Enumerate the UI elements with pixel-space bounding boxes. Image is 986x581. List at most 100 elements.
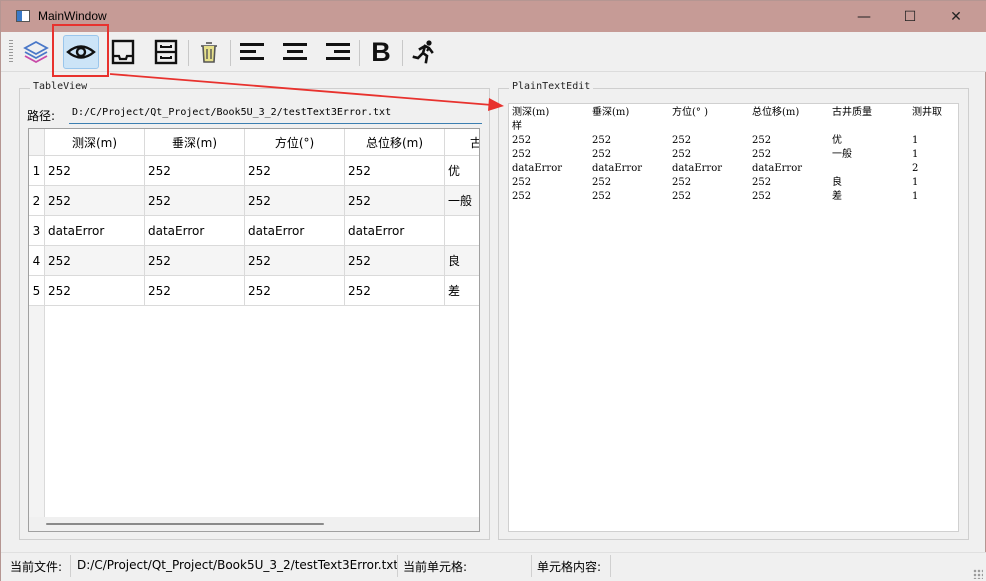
table-cell[interactable]: 252 <box>345 186 445 216</box>
table-cell[interactable]: 一般 <box>445 186 479 216</box>
text-token: 2 <box>912 163 919 174</box>
table-cell[interactable]: 252 <box>145 156 245 186</box>
text-token: 252 <box>752 149 772 160</box>
toolbar-separator <box>188 40 189 66</box>
table-corner-button[interactable] <box>29 129 45 156</box>
column-header[interactable]: 总位移(m) <box>345 129 445 156</box>
table-cell[interactable]: 252 <box>45 186 145 216</box>
bold-button[interactable]: B <box>363 35 399 69</box>
align-center-icon <box>283 43 307 60</box>
current-file-value: D:/C/Project/Qt_Project/Book5U_3_2/testT… <box>77 558 399 572</box>
text-line: 测深(m) 垂深(m) 方位(° ) 总位移(m) 古井质量 测井取 <box>512 106 955 120</box>
table-cell[interactable]: 252 <box>145 276 245 306</box>
minimize-button[interactable]: — <box>841 1 887 32</box>
maximize-button[interactable]: ☐ <box>887 1 933 32</box>
text-token: 良 <box>832 177 842 188</box>
text-line: 252 252 252 252 一般 1 <box>512 148 955 162</box>
toolbar-separator <box>402 40 403 66</box>
scrollbar-thumb[interactable] <box>46 523 324 525</box>
table-cell[interactable]: 良 <box>445 246 479 276</box>
path-input[interactable] <box>69 102 482 124</box>
archive-button[interactable] <box>148 35 184 69</box>
toolbar-grip[interactable] <box>9 40 13 64</box>
table-cell[interactable]: 252 <box>45 276 145 306</box>
layers-icon <box>23 40 49 64</box>
align-right-icon <box>326 43 350 60</box>
table-cell[interactable]: 252 <box>145 186 245 216</box>
toolbar-separator <box>359 40 360 66</box>
text-token: 252 <box>752 177 772 188</box>
table-cell[interactable]: dataError <box>145 216 245 246</box>
table-cell[interactable]: 252 <box>245 156 345 186</box>
text-token: dataError <box>672 163 723 174</box>
column-header[interactable]: 古 <box>445 129 479 156</box>
size-grip[interactable] <box>973 569 983 579</box>
text-token: 252 <box>752 191 772 202</box>
window-title: MainWindow <box>38 9 107 23</box>
toolbar-separator <box>230 40 231 66</box>
close-button[interactable]: ✕ <box>933 1 979 32</box>
table-cell[interactable] <box>445 216 479 246</box>
trash-icon <box>201 42 217 63</box>
table-cell[interactable]: 优 <box>445 156 479 186</box>
text-token: 252 <box>592 135 612 146</box>
row-header[interactable]: 3 <box>29 216 45 246</box>
text-token: 差 <box>832 191 842 202</box>
align-left-button[interactable] <box>234 35 270 69</box>
align-right-button[interactable] <box>320 35 356 69</box>
text-token: 1 <box>912 177 919 188</box>
column-header[interactable]: 测深(m) <box>45 129 145 156</box>
text-token: 古井质量 <box>832 107 872 118</box>
text-token: 垂深(m) <box>592 107 630 118</box>
table-cell[interactable]: dataError <box>345 216 445 246</box>
column-header[interactable]: 垂深(m) <box>145 129 245 156</box>
align-center-button[interactable] <box>277 35 313 69</box>
horizontal-scrollbar[interactable] <box>29 517 479 531</box>
text-token: 样 <box>512 121 522 132</box>
text-token: 252 <box>672 191 692 202</box>
table-cell[interactable]: 252 <box>345 246 445 276</box>
row-header-area <box>29 306 45 518</box>
data-table[interactable]: 测深(m) 垂深(m) 方位(°) 总位移(m) 古 1 252 252 252… <box>28 128 480 532</box>
delete-button[interactable] <box>191 35 227 69</box>
app-icon <box>16 10 30 22</box>
status-separator <box>70 555 71 577</box>
table-cell[interactable]: 差 <box>445 276 479 306</box>
table-cell[interactable]: 252 <box>45 246 145 276</box>
plaintext-group-title: PlainTextEdit <box>509 81 594 92</box>
maximize-icon: ☐ <box>903 8 917 25</box>
row-header[interactable]: 5 <box>29 276 45 306</box>
text-token: 测深(m) <box>512 107 550 118</box>
archive-icon <box>154 39 178 65</box>
table-cell[interactable]: dataError <box>45 216 145 246</box>
table-cell[interactable]: 252 <box>345 156 445 186</box>
table-cell[interactable]: 252 <box>45 156 145 186</box>
run-button[interactable] <box>406 35 442 69</box>
title-bar[interactable]: MainWindow — ☐ ✕ <box>1 1 986 32</box>
row-header[interactable]: 1 <box>29 156 45 186</box>
text-token: 一般 <box>832 149 852 160</box>
text-token: 252 <box>512 149 532 160</box>
view-button[interactable] <box>63 35 99 69</box>
align-left-icon <box>240 43 264 60</box>
text-token: 252 <box>672 177 692 188</box>
text-token: 252 <box>592 177 612 188</box>
table-cell[interactable]: 252 <box>245 276 345 306</box>
row-header[interactable]: 4 <box>29 246 45 276</box>
layers-button[interactable] <box>18 35 54 69</box>
text-token: 优 <box>832 135 842 146</box>
plain-text-edit[interactable]: 测深(m) 垂深(m) 方位(° ) 总位移(m) 古井质量 测井取 样 252… <box>508 103 959 532</box>
text-line: 252 252 252 252 差 1 <box>512 190 955 204</box>
table-cell[interactable]: 252 <box>245 186 345 216</box>
text-token: 252 <box>672 149 692 160</box>
table-cell[interactable]: 252 <box>245 246 345 276</box>
table-cell[interactable]: 252 <box>345 276 445 306</box>
table-cell[interactable]: dataError <box>245 216 345 246</box>
text-token: 252 <box>752 135 772 146</box>
tray-button[interactable] <box>105 35 141 69</box>
table-cell[interactable]: 252 <box>145 246 245 276</box>
text-token: 252 <box>512 177 532 188</box>
status-separator <box>531 555 532 577</box>
row-header[interactable]: 2 <box>29 186 45 216</box>
column-header[interactable]: 方位(°) <box>245 129 345 156</box>
